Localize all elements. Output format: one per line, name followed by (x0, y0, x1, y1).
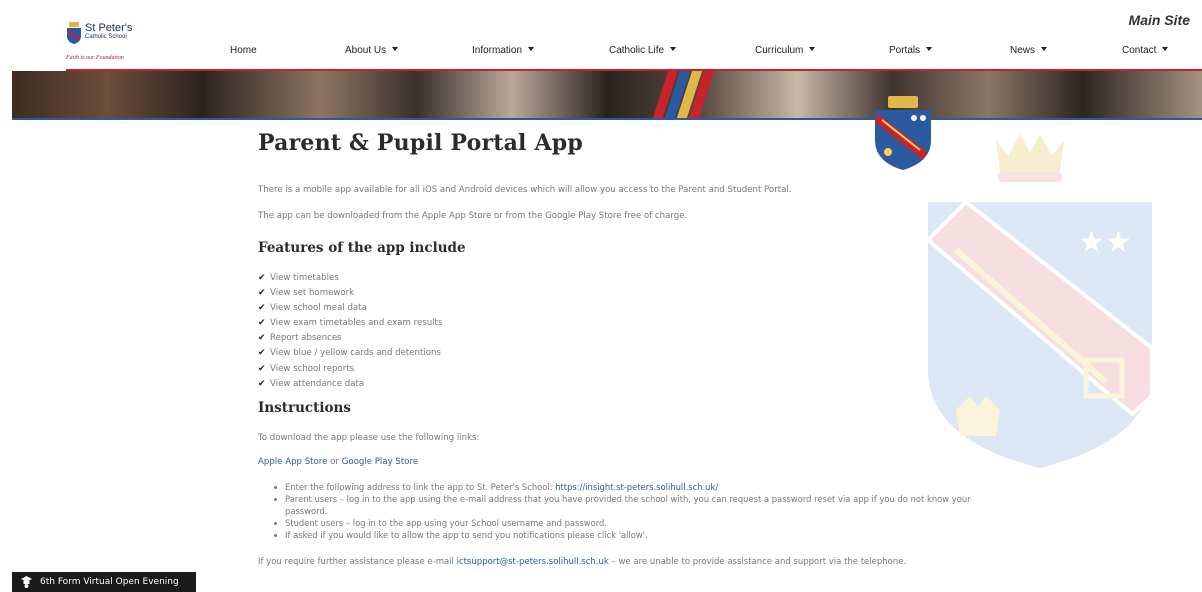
crown-watermark-icon (996, 134, 1064, 182)
setup-steps-list: Enter the following address to link the … (272, 481, 972, 541)
apple-app-store-link[interactable]: Apple App Store (258, 457, 327, 467)
site-header: St Peter's Catholic School Faith is our … (0, 0, 1202, 71)
feature-text: View school meal data (270, 303, 367, 314)
step-text: Enter the following address to link the … (285, 482, 556, 492)
checkmark-icon: ✔ (258, 288, 266, 299)
chevron-down-icon (670, 47, 677, 51)
checkmark-icon: ✔ (258, 303, 266, 314)
step-text: Parent users – log in to the app using t… (285, 494, 971, 516)
list-item: Enter the following address to link the … (272, 481, 972, 493)
step-text: Student users – log in to the app using … (285, 518, 608, 528)
svg-text:★★: ★★ (1078, 225, 1132, 260)
nav-item-contact[interactable]: Contact (1122, 45, 1169, 56)
checkmark-icon: ✔ (258, 363, 266, 374)
list-item: ✔ View attendance data (258, 377, 442, 392)
portal-url-link[interactable]: https://insight.st-peters.solihull.sch.u… (555, 482, 718, 492)
chevron-down-icon (528, 47, 535, 51)
download-instructions: To download the app please use the follo… (258, 433, 480, 443)
feature-text: View blue / yellow cards and detentions (270, 348, 441, 359)
support-email-link[interactable]: ictsupport@st-peters.solihull.sch.uk (457, 557, 609, 567)
nav-label: Contact (1122, 45, 1157, 56)
checkmark-icon: ✔ (258, 378, 266, 389)
chevron-down-icon (1162, 47, 1169, 51)
feature-text: View timetables (270, 273, 339, 283)
banner-divider (12, 118, 1202, 120)
nav-item-information[interactable]: Information (472, 45, 535, 56)
badge-label: 6th Form Virtual Open Evening (40, 577, 179, 587)
hero-banner (12, 71, 1202, 118)
list-item: ✔ View school reports (258, 362, 442, 377)
support-text: – we are unable to provide assistance an… (608, 557, 907, 567)
nav-item-news[interactable]: News (1010, 45, 1048, 56)
nav-label: Home (230, 45, 257, 56)
nav-label: Curriculum (755, 45, 804, 56)
checkmark-icon: ✔ (258, 318, 266, 329)
list-item: Student users – log in to the app using … (272, 517, 972, 529)
feature-text: View exam timetables and exam results (270, 318, 443, 329)
step-text: If asked if you would like to allow the … (285, 530, 648, 540)
list-item: ✔ View blue / yellow cards and detentions (258, 346, 442, 361)
list-item: ✔ View timetables (258, 271, 442, 286)
nav-item-about-us[interactable]: About Us (345, 45, 399, 56)
list-item: Parent users – log in to the app using t… (272, 493, 972, 517)
feature-text: View attendance data (270, 378, 365, 389)
page-title: Parent & Pupil Portal App (258, 130, 583, 156)
nav-label: About Us (345, 45, 387, 56)
list-item: If asked if you would like to allow the … (272, 529, 972, 541)
list-item: ✔ View set homework (258, 286, 442, 301)
nav-item-curriculum[interactable]: Curriculum (755, 45, 816, 56)
crest-watermark-icon: ★★ (926, 200, 1154, 468)
nav-item-home[interactable]: Home (230, 45, 257, 56)
open-evening-badge[interactable]: 6th Form Virtual Open Evening (12, 572, 196, 592)
main-nav: Home About Us Information Catholic Life … (230, 45, 1192, 63)
intro-paragraph: The app can be downloaded from the Apple… (258, 211, 688, 221)
crest-icon (67, 22, 81, 44)
nav-item-catholic-life[interactable]: Catholic Life (609, 45, 677, 56)
checkmark-icon: ✔ (258, 348, 266, 359)
nav-item-portals[interactable]: Portals (889, 45, 933, 56)
chevron-down-icon (809, 47, 816, 51)
instructions-heading: Instructions (258, 400, 351, 416)
page-content: Parent & Pupil Portal App There is a mob… (258, 128, 971, 567)
chevron-down-icon (1041, 47, 1048, 51)
feature-text: Report absences (270, 333, 342, 344)
logo-motto: Faith is our Foundation (66, 55, 124, 61)
store-links: Apple App Store or Google Play Store (258, 457, 418, 467)
logo-name: St Peter's (85, 22, 133, 34)
intro-paragraph: There is a mobile app available for all … (258, 185, 792, 195)
logo-subtitle: Catholic School (85, 34, 127, 40)
nav-label: News (1010, 45, 1036, 56)
feature-text: View school reports (270, 363, 355, 374)
list-item: ✔ View school meal data (258, 301, 442, 316)
checkmark-icon: ✔ (258, 273, 266, 283)
features-heading: Features of the app include (258, 240, 466, 256)
support-text: If you require further assistance please… (258, 557, 457, 567)
nav-label: Catholic Life (609, 45, 665, 56)
support-note: If you require further assistance please… (258, 556, 928, 568)
chevron-down-icon (926, 47, 933, 51)
graduation-cap-icon (21, 576, 32, 588)
checkmark-icon: ✔ (258, 333, 266, 344)
google-play-store-link[interactable]: Google Play Store (342, 457, 418, 467)
features-list: ✔ View timetables ✔ View set homework ✔ Vie… (258, 271, 442, 392)
main-site-link[interactable]: Main Site (1129, 12, 1190, 28)
feature-text: View set homework (270, 288, 355, 299)
list-item: ✔ View exam timetables and exam results (258, 316, 442, 331)
chevron-down-icon (392, 47, 399, 51)
link-separator: or (327, 457, 342, 467)
nav-label: Information (472, 45, 523, 56)
nav-label: Portals (889, 45, 921, 56)
list-item: ✔ Report absences (258, 331, 442, 346)
school-logo[interactable]: St Peter's Catholic School Faith is our … (66, 22, 186, 66)
